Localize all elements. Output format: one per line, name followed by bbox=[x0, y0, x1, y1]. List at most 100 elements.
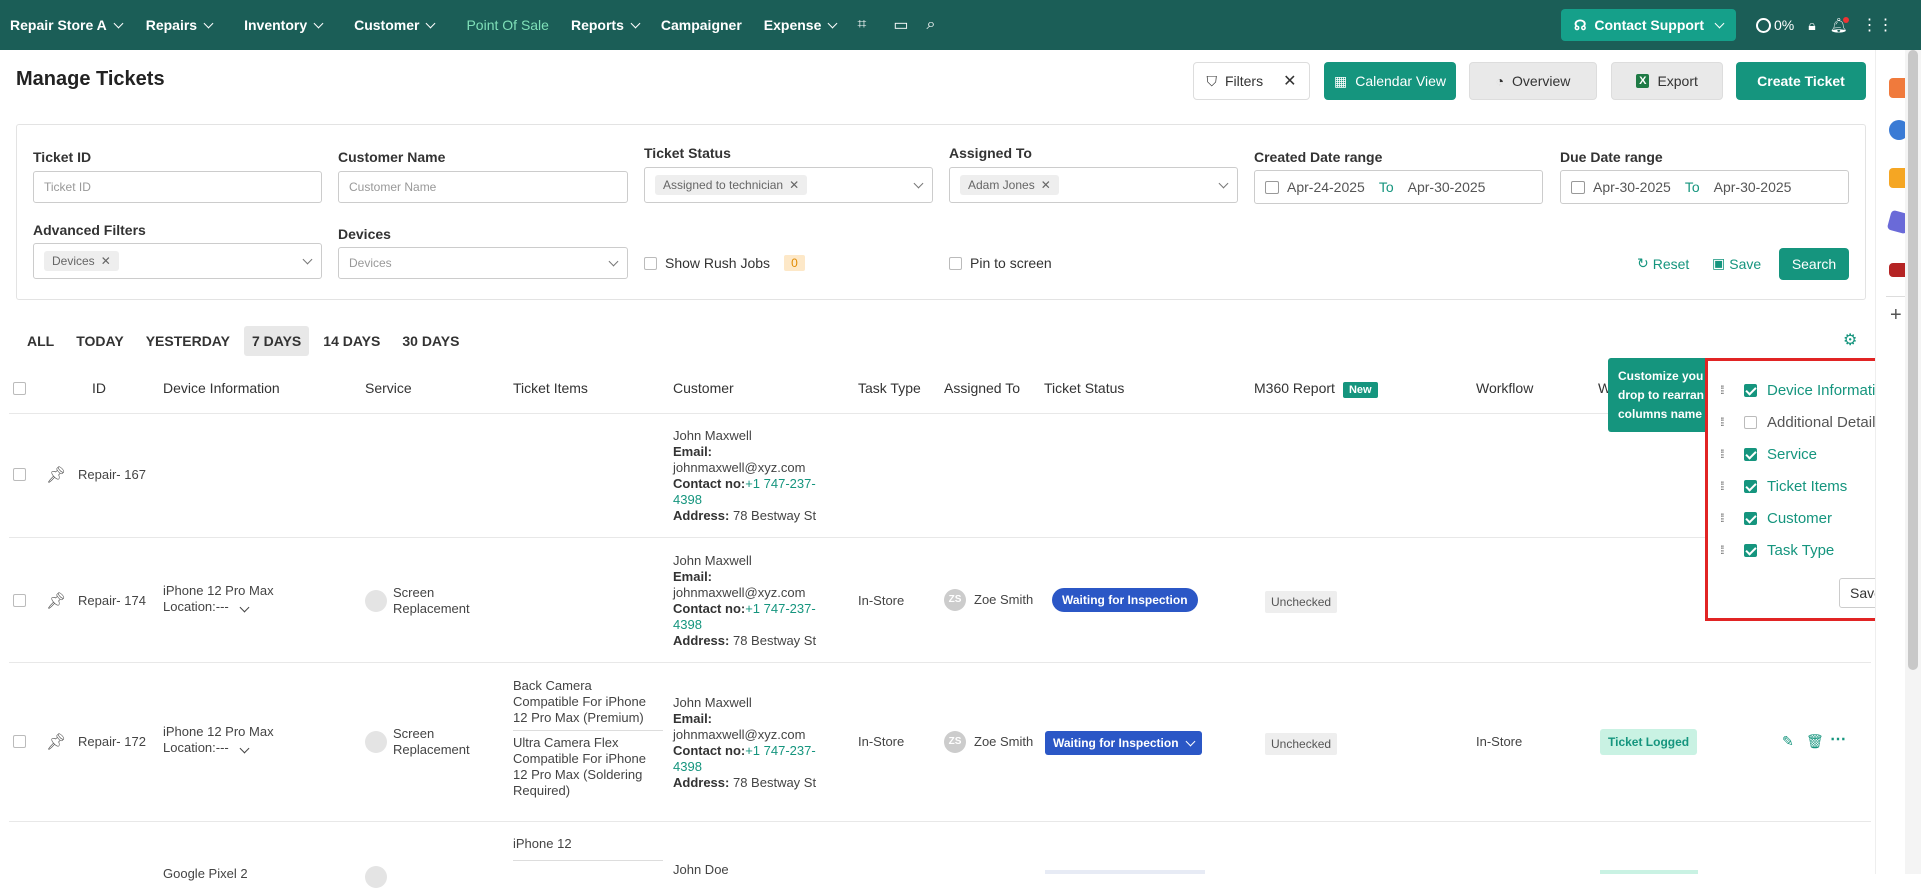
nav-reports[interactable]: Reports bbox=[561, 17, 651, 33]
column-checkbox[interactable] bbox=[1744, 480, 1757, 493]
col-m360-report[interactable]: M360 Report New bbox=[1254, 380, 1378, 398]
delete-icon[interactable]: 🗑︎ bbox=[1806, 733, 1824, 750]
ticket-id[interactable]: Repair- 167 bbox=[78, 467, 146, 483]
due-date-range[interactable]: Apr-30-2025 To Apr-30-2025 bbox=[1560, 170, 1849, 204]
scrollbar-thumb[interactable] bbox=[1908, 50, 1918, 670]
status-badge[interactable]: Waiting for Inspection bbox=[1052, 588, 1198, 612]
close-icon[interactable]: ✕ bbox=[101, 254, 111, 268]
customer-name-input[interactable]: Customer Name bbox=[338, 171, 628, 203]
more-icon[interactable]: ⋯ bbox=[1830, 729, 1846, 749]
page-scrollbar[interactable] bbox=[1905, 50, 1921, 874]
overview-button[interactable]: ◔ Overview bbox=[1469, 62, 1597, 100]
col-workflow[interactable]: Workflow bbox=[1476, 380, 1533, 396]
col-ticket-items[interactable]: Ticket Items bbox=[513, 380, 588, 396]
status-dropdown[interactable]: Waiting for Inspection bbox=[1045, 731, 1202, 755]
apps-grid-icon[interactable]: ⋮⋮ bbox=[1861, 15, 1893, 35]
advanced-filters-select[interactable]: Devices ✕ bbox=[33, 243, 322, 279]
customer-phone-cont[interactable]: 4398 bbox=[673, 492, 816, 508]
select-all-checkbox[interactable] bbox=[13, 382, 26, 395]
column-option-ticket-items[interactable]: ⁞⁞ Ticket Items bbox=[1720, 478, 1847, 495]
customer-phone[interactable]: +1 747-237- bbox=[745, 476, 815, 491]
row-checkbox[interactable] bbox=[13, 468, 26, 481]
drag-handle-icon[interactable]: ⁞⁞ bbox=[1720, 416, 1736, 428]
pin-icon[interactable]: 📌︎ bbox=[46, 465, 66, 485]
range-all[interactable]: ALL bbox=[20, 326, 62, 356]
range-yesterday[interactable]: YESTERDAY bbox=[138, 326, 238, 356]
plus-icon[interactable]: + bbox=[1890, 304, 1902, 327]
pin-to-screen[interactable]: Pin to screen bbox=[949, 255, 1052, 271]
save-filter-button[interactable]: ▣ Save bbox=[1712, 255, 1761, 272]
customer-phone[interactable]: +1 747-237- bbox=[745, 601, 815, 616]
usage-indicator[interactable]: 0% bbox=[1756, 17, 1794, 34]
scan-icon[interactable]: ⌗ bbox=[857, 16, 866, 34]
customer-phone[interactable]: +1 747-237- bbox=[745, 743, 815, 758]
store-selector[interactable]: Repair Store A bbox=[10, 17, 134, 33]
range-7-days[interactable]: 7 DAYS bbox=[243, 326, 310, 356]
column-checkbox[interactable] bbox=[1744, 448, 1757, 461]
filters-button[interactable]: ⛉ Filters ✕ bbox=[1193, 62, 1310, 100]
close-icon[interactable]: ✕ bbox=[789, 178, 799, 192]
ticket-id[interactable]: Repair- 172 bbox=[78, 734, 146, 750]
devices-select[interactable]: Devices bbox=[338, 247, 628, 279]
pin-icon[interactable]: 📌︎ bbox=[46, 732, 66, 752]
bell-icon[interactable]: 🔔︎ bbox=[1830, 16, 1850, 34]
show-rush-jobs[interactable]: Show Rush Jobs 0 bbox=[644, 255, 805, 271]
calendar-view-button[interactable]: ▦ Calendar View bbox=[1324, 62, 1456, 100]
range-14-days[interactable]: 14 DAYS bbox=[315, 326, 388, 356]
column-checkbox[interactable] bbox=[1744, 544, 1757, 557]
create-ticket-button[interactable]: Create Ticket bbox=[1736, 62, 1866, 100]
customer-phone-cont[interactable]: 4398 bbox=[673, 759, 816, 775]
nav-point-of-sale[interactable]: Point Of Sale bbox=[446, 17, 561, 33]
pin-checkbox[interactable] bbox=[949, 256, 962, 270]
search-button[interactable]: Search bbox=[1779, 248, 1849, 280]
assigned-to-select[interactable]: Adam Jones ✕ bbox=[949, 167, 1238, 203]
nav-expense[interactable]: Expense bbox=[754, 17, 849, 33]
rush-checkbox[interactable] bbox=[644, 256, 657, 270]
column-checkbox[interactable] bbox=[1744, 384, 1757, 397]
edit-icon[interactable]: ✎ bbox=[1782, 733, 1794, 750]
column-option-device-information[interactable]: ⁞⁞ Device Information bbox=[1720, 382, 1892, 399]
drag-handle-icon[interactable]: ⁞⁞ bbox=[1720, 448, 1736, 460]
ticket-status-select[interactable]: Assigned to technician ✕ bbox=[644, 167, 933, 203]
ticket-id[interactable]: Repair- 174 bbox=[78, 593, 146, 609]
search-icon[interactable]: ⌕ bbox=[927, 16, 936, 34]
row-checkbox[interactable] bbox=[13, 735, 26, 748]
chevron-down-icon[interactable] bbox=[239, 602, 250, 613]
close-icon[interactable]: ✕ bbox=[1041, 178, 1051, 192]
column-option-customer[interactable]: ⁞⁞ Customer bbox=[1720, 510, 1832, 527]
col-task-type[interactable]: Task Type bbox=[858, 380, 921, 396]
col-service[interactable]: Service bbox=[365, 380, 412, 396]
column-checkbox[interactable] bbox=[1744, 512, 1757, 525]
lock-icon[interactable]: 🔒︎ bbox=[1808, 17, 1815, 34]
col-assigned-to[interactable]: Assigned To bbox=[944, 380, 1020, 396]
export-button[interactable]: X Export bbox=[1611, 62, 1723, 100]
close-icon[interactable]: ✕ bbox=[1283, 71, 1296, 91]
drag-handle-icon[interactable]: ⁞⁞ bbox=[1720, 544, 1736, 556]
nav-inventory[interactable]: Inventory bbox=[224, 17, 334, 33]
column-checkbox[interactable] bbox=[1744, 416, 1757, 429]
col-device-information[interactable]: Device Information bbox=[163, 380, 280, 396]
nav-repairs[interactable]: Repairs bbox=[134, 17, 224, 33]
row-checkbox[interactable] bbox=[13, 594, 26, 607]
col-customer[interactable]: Customer bbox=[673, 380, 734, 396]
col-ticket-status[interactable]: Ticket Status bbox=[1044, 380, 1124, 396]
range-30-days[interactable]: 30 DAYS bbox=[394, 326, 467, 356]
nav-customer[interactable]: Customer bbox=[334, 17, 446, 33]
created-date-range[interactable]: Apr-24-2025 To Apr-30-2025 bbox=[1254, 170, 1543, 204]
contact-support-button[interactable]: ☊ Contact Support bbox=[1561, 9, 1736, 41]
reset-button[interactable]: ↻ Reset bbox=[1637, 255, 1689, 272]
column-option-additional-detail[interactable]: ⁞⁞ Additional Detail bbox=[1720, 414, 1875, 431]
ticket-id-input[interactable]: Ticket ID bbox=[33, 171, 322, 203]
column-option-task-type[interactable]: ⁞⁞ Task Type bbox=[1720, 542, 1834, 559]
customer-phone-cont[interactable]: 4398 bbox=[673, 617, 816, 633]
drag-handle-icon[interactable]: ⁞⁞ bbox=[1720, 480, 1736, 492]
range-today[interactable]: TODAY bbox=[68, 326, 131, 356]
drag-handle-icon[interactable]: ⁞⁞ bbox=[1720, 384, 1736, 396]
drag-handle-icon[interactable]: ⁞⁞ bbox=[1720, 512, 1736, 524]
chevron-down-icon[interactable] bbox=[239, 743, 250, 754]
column-settings-gear-icon[interactable]: ⚙ bbox=[1843, 330, 1857, 350]
nav-campaigner[interactable]: Campaigner bbox=[651, 17, 754, 33]
column-option-service[interactable]: ⁞⁞ Service bbox=[1720, 446, 1817, 463]
chat-icon[interactable]: ▭ bbox=[893, 15, 908, 35]
pin-icon[interactable]: 📌︎ bbox=[46, 591, 66, 611]
